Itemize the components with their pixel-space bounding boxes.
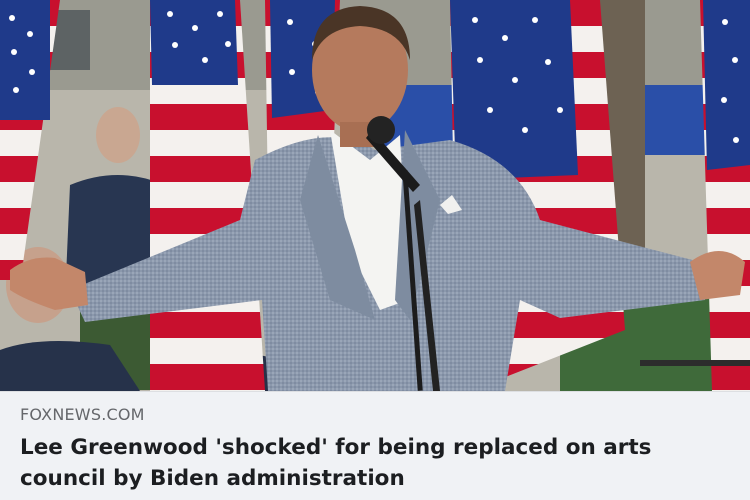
article-photo[interactable] — [0, 0, 750, 391]
link-preview-card[interactable]: FOXNEWS.COM Lee Greenwood 'shocked' for … — [0, 0, 750, 500]
article-headline[interactable]: Lee Greenwood 'shocked' for being replac… — [20, 432, 730, 494]
source-domain: FOXNEWS.COM — [20, 405, 145, 424]
link-preview-meta[interactable]: FOXNEWS.COM Lee Greenwood 'shocked' for … — [0, 391, 750, 500]
